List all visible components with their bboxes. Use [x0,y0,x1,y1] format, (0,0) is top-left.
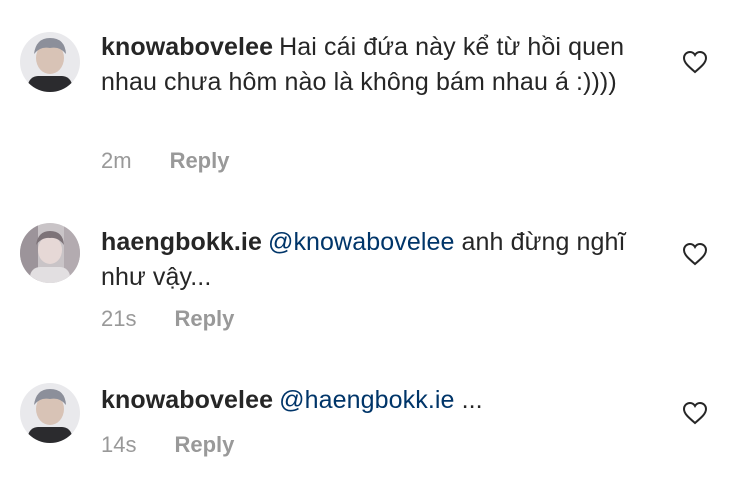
avatar[interactable] [20,32,80,92]
avatar[interactable] [20,223,80,283]
comment-item: knowabovelee @haengbokk.ie ... 14s Reply [0,350,750,483]
comment-timestamp: 14s [101,432,137,457]
heart-outline-icon[interactable] [682,50,708,74]
reply-button[interactable]: Reply [170,148,230,173]
comment-text: knowabovelee @haengbokk.ie ... [101,383,661,418]
comment-meta: 14s Reply [101,432,234,458]
reply-button[interactable]: Reply [174,306,234,331]
comment-text: knowabovelee Hai cái đứa này kể từ hồi qu… [101,30,661,100]
reply-button[interactable]: Reply [174,432,234,457]
comment-timestamp: 2m [101,148,132,173]
comment-mention[interactable]: @knowabovelee [268,228,455,256]
comment-meta: 2m Reply [101,148,229,174]
heart-outline-icon[interactable] [682,401,708,425]
comment-meta: 21s Reply [101,306,234,332]
comment-text: haengbokk.ie @knowabovelee anh đừng nghĩ … [101,225,661,295]
comment-username[interactable]: knowabovelee [101,386,273,414]
comment-body: ... [454,386,483,414]
avatar[interactable] [20,383,80,443]
comment-username[interactable]: knowabovelee [101,33,273,61]
comment-mention[interactable]: @haengbokk.ie [279,386,454,414]
comment-item: knowabovelee Hai cái đứa này kể từ hồi qu… [0,0,750,190]
comment-username[interactable]: haengbokk.ie [101,228,262,256]
comment-timestamp: 21s [101,306,137,331]
comment-item: haengbokk.ie @knowabovelee anh đừng nghĩ … [0,190,750,350]
heart-outline-icon[interactable] [682,242,708,266]
